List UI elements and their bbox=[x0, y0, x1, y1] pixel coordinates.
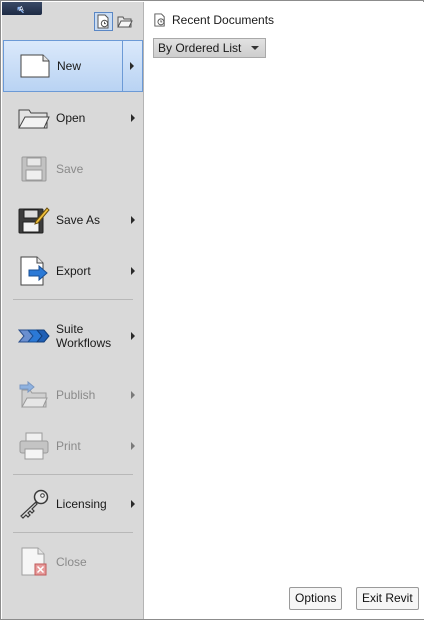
menu-item-export[interactable]: Export bbox=[3, 245, 143, 296]
print-icon bbox=[17, 429, 51, 463]
save-disk-icon bbox=[17, 152, 51, 186]
recent-documents-header: Recent Documents bbox=[153, 13, 274, 27]
menu-item-suite-workflows[interactable]: Suite Workflows bbox=[3, 303, 143, 369]
app-button-letter: A bbox=[19, 6, 24, 13]
menu-item-close[interactable]: Close bbox=[3, 536, 143, 587]
submenu-arrow-icon[interactable] bbox=[131, 215, 135, 224]
submenu-arrow-icon[interactable] bbox=[131, 266, 135, 275]
menu-separator bbox=[13, 532, 133, 533]
export-icon bbox=[17, 254, 51, 288]
recent-documents-icon bbox=[154, 13, 165, 27]
application-button[interactable]: ↖ A bbox=[2, 2, 42, 15]
menu-item-label: Export bbox=[56, 263, 91, 278]
sort-order-dropdown[interactable]: By Ordered List bbox=[153, 38, 267, 58]
open-documents-icon[interactable] bbox=[115, 12, 134, 31]
recent-documents-title: Recent Documents bbox=[172, 13, 275, 27]
menu-item-label: Save As bbox=[56, 212, 101, 227]
publish-icon bbox=[17, 378, 51, 412]
options-button[interactable]: Options bbox=[289, 587, 343, 610]
key-icon bbox=[17, 487, 51, 521]
exit-revit-button[interactable]: Exit Revit bbox=[356, 587, 419, 610]
submenu-arrow-icon[interactable] bbox=[131, 441, 135, 450]
close-document-icon bbox=[17, 545, 51, 579]
recent-documents-pane: Recent Documents By Ordered List Options… bbox=[145, 2, 424, 619]
menu-item-print[interactable]: Print bbox=[3, 420, 143, 471]
menu-item-label: Save bbox=[56, 161, 84, 176]
menu-item-save-as[interactable]: Save As bbox=[3, 194, 143, 245]
submenu-arrow-icon[interactable] bbox=[130, 62, 134, 70]
save-as-icon bbox=[17, 203, 51, 237]
menu-item-save[interactable]: Save bbox=[3, 143, 143, 194]
application-menu-list: New Open Save Save As Export Suite Workf… bbox=[3, 40, 143, 587]
menu-item-licensing[interactable]: Licensing bbox=[3, 478, 143, 529]
submenu-arrow-icon[interactable] bbox=[131, 390, 135, 399]
menu-item-publish[interactable]: Publish bbox=[3, 369, 143, 420]
submenu-arrow-icon[interactable] bbox=[131, 499, 135, 508]
split-divider bbox=[122, 41, 123, 91]
menu-separator bbox=[13, 474, 133, 475]
application-menu-window: ↖ A New Open Save Save As Export Suite W… bbox=[0, 0, 424, 620]
application-menu-left-pane: ↖ A New Open Save Save As Export Suite W… bbox=[2, 2, 144, 619]
sort-order-value: By Ordered List bbox=[158, 41, 242, 55]
menu-item-label: Open bbox=[56, 110, 86, 125]
suite-workflows-icon bbox=[17, 319, 51, 353]
menu-item-new[interactable]: New bbox=[3, 40, 143, 92]
new-document-icon bbox=[18, 49, 52, 83]
menu-item-label: Licensing bbox=[56, 496, 107, 511]
menu-separator bbox=[13, 299, 133, 300]
menu-item-label: New bbox=[57, 59, 82, 73]
recent-open-toggle bbox=[94, 12, 134, 31]
menu-item-label: Publish bbox=[56, 387, 96, 402]
recent-documents-icon[interactable] bbox=[94, 12, 113, 31]
submenu-arrow-icon[interactable] bbox=[131, 332, 135, 340]
menu-item-label: Close bbox=[56, 554, 87, 569]
menu-item-label: Suite Workflows bbox=[56, 322, 112, 350]
submenu-arrow-icon[interactable] bbox=[131, 113, 135, 122]
menu-item-open[interactable]: Open bbox=[3, 92, 143, 143]
open-folder-icon bbox=[17, 101, 51, 135]
chevron-down-icon bbox=[251, 46, 260, 50]
menu-item-label: Print bbox=[56, 438, 81, 453]
